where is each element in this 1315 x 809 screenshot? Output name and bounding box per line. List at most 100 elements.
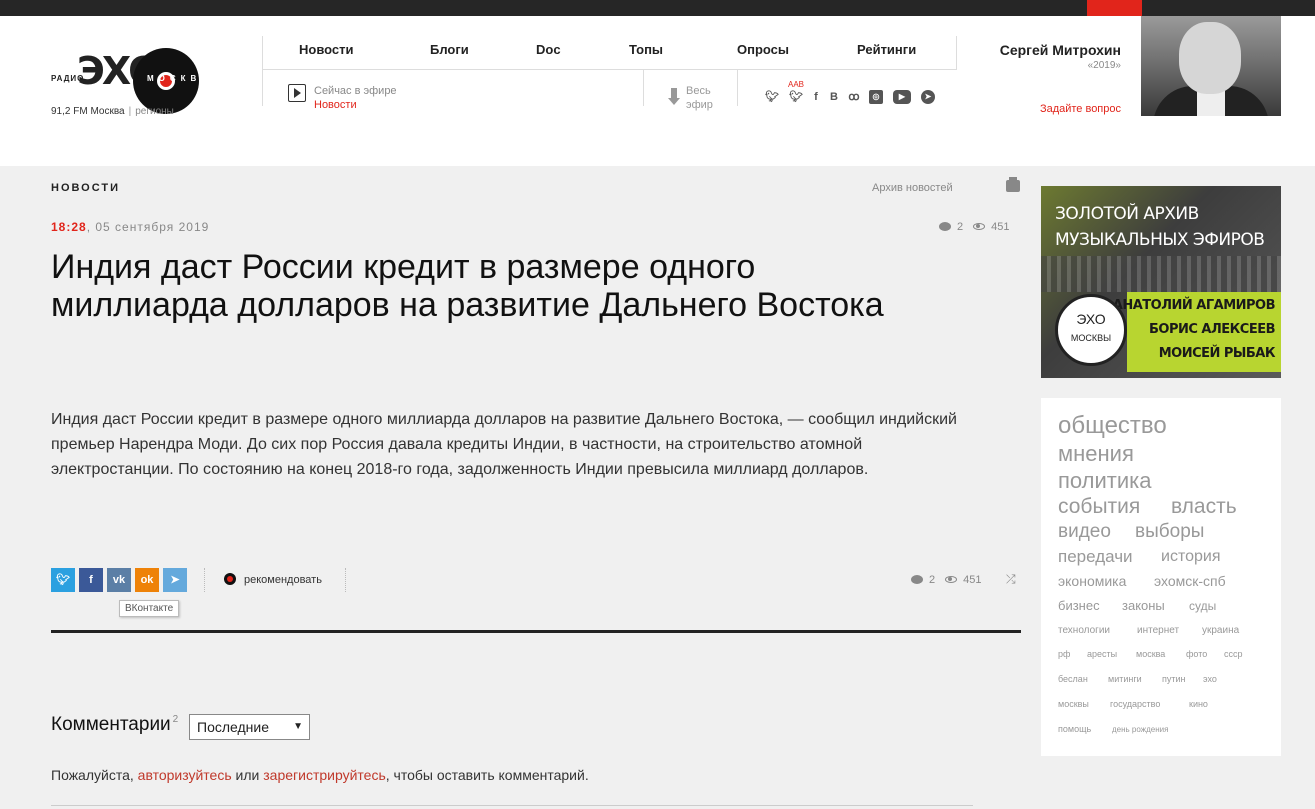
all-air-link[interactable]: Весь эфир — [643, 70, 738, 111]
tag-link[interactable]: бизнес — [1058, 598, 1100, 613]
vk-icon[interactable]: В — [827, 90, 841, 104]
tag-link[interactable]: видео — [1058, 521, 1111, 543]
article-date: , 05 сентября 2019 — [86, 220, 210, 234]
tag-link[interactable]: москвы — [1058, 699, 1089, 709]
logo-moskvy: МОСКВЫ — [147, 74, 215, 83]
tag-link[interactable]: беслан — [1058, 674, 1088, 684]
views-count: 451 — [991, 221, 1010, 233]
nav-blogs[interactable]: Блоги — [430, 42, 469, 57]
tag-link[interactable]: ссср — [1224, 649, 1243, 659]
tag-link[interactable]: эхо — [1203, 674, 1217, 684]
banner-name: МОИСЕЙ РЫБАК — [1158, 346, 1276, 361]
comments-count[interactable]: 2 — [929, 574, 935, 586]
frequency: 91,2 FM Москва — [51, 106, 125, 117]
badge-moskvy: МОСКВЫ — [1070, 333, 1112, 343]
tag-cloud: общество мнения политика события власть … — [1041, 398, 1281, 756]
tag-link[interactable]: рф — [1058, 649, 1070, 659]
tag-link[interactable]: политика — [1058, 468, 1152, 494]
article-divider — [51, 630, 1021, 633]
divider — [204, 568, 205, 592]
comments-sort-select[interactable]: Последние ▼ — [189, 714, 310, 740]
tag-link[interactable]: москва — [1136, 649, 1165, 659]
comments-count[interactable]: 2 — [957, 221, 963, 233]
comment-icon — [911, 575, 923, 584]
login-suffix: , чтобы оставить комментарий. — [385, 767, 589, 783]
tag-link[interactable]: выборы — [1135, 521, 1204, 543]
tag-link[interactable]: кино — [1189, 699, 1208, 709]
recommend-label: рекомендовать — [244, 574, 322, 586]
login-prefix: Пожалуйста, — [51, 767, 138, 783]
site-logo[interactable]: РАДИО ЭХО МОСКВЫ — [51, 32, 221, 114]
login-link[interactable]: авторизуйтесь — [138, 767, 232, 783]
nav-ratings[interactable]: Рейтинги — [857, 42, 916, 57]
comments-divider — [51, 805, 973, 806]
recommend-button[interactable]: рекомендовать — [224, 573, 322, 586]
share-twitter-button[interactable]: 🐦︎ — [51, 568, 75, 592]
tag-link[interactable]: день рождения — [1112, 725, 1168, 734]
youtube-icon[interactable]: ▶ — [893, 90, 911, 104]
share-telegram-button[interactable]: ➤ — [163, 568, 187, 592]
facebook-icon[interactable]: f — [809, 90, 823, 104]
article-time: 18:28 — [51, 220, 87, 234]
article-body: Индия даст России кредит в размере одног… — [51, 411, 957, 478]
tag-link[interactable]: мнения — [1058, 441, 1134, 467]
twitter-icon[interactable]: 🐦︎ — [765, 90, 779, 104]
print-icon[interactable] — [1006, 177, 1020, 192]
views-count: 451 — [963, 574, 982, 586]
share-vk-button[interactable]: vk — [107, 568, 131, 592]
on-air-label: Сейчас в эфире — [314, 85, 397, 97]
comments-count-sup: 2 — [172, 714, 179, 725]
share-facebook-button[interactable]: f — [79, 568, 103, 592]
tag-link[interactable]: государство — [1110, 699, 1160, 709]
aab-label[interactable]: AAB — [788, 80, 804, 89]
archive-banner[interactable]: ЗОЛОТОЙ АРХИВ МУЗЫКАЛЬНЫХ ЭФИРОВ АНАТОЛИ… — [1041, 186, 1281, 378]
article-stats-bottom: 2 451 — [911, 574, 981, 586]
play-icon[interactable] — [288, 84, 306, 102]
tag-link[interactable]: суды — [1189, 599, 1216, 613]
mixer-image — [1041, 256, 1281, 292]
login-prompt: Пожалуйста, авторизуйтесь или зарегистри… — [51, 767, 589, 783]
tag-link[interactable]: технологии — [1058, 625, 1110, 636]
tag-link[interactable]: интернет — [1137, 625, 1179, 636]
tag-link[interactable]: передачи — [1058, 547, 1133, 567]
telegram-icon[interactable]: ➤ — [921, 90, 935, 104]
tag-link[interactable]: путин — [1162, 674, 1186, 684]
shuffle-icon[interactable]: ⤮ — [1006, 572, 1016, 587]
odnoklassniki-icon[interactable]: ꝏ — [847, 90, 861, 104]
chevron-down-icon: ▼ — [293, 721, 303, 732]
regions-link[interactable]: регионы — [135, 106, 174, 117]
tag-link[interactable]: общество — [1058, 412, 1167, 440]
share-odnoklassniki-button[interactable]: ok — [135, 568, 159, 592]
tag-link[interactable]: события — [1058, 495, 1140, 519]
tag-link[interactable]: власть — [1171, 495, 1237, 519]
tag-link[interactable]: экономика — [1058, 573, 1126, 589]
on-air[interactable]: Сейчас в эфире Новости — [314, 84, 397, 112]
twitter-icon[interactable]: 🐦︎ — [789, 90, 803, 104]
nav-news[interactable]: Новости — [299, 42, 354, 57]
ask-question-link[interactable]: Задайте вопрос — [1040, 103, 1121, 115]
tag-link[interactable]: помощь — [1058, 724, 1091, 734]
tag-link[interactable]: история — [1161, 548, 1220, 566]
instagram-icon[interactable]: ◎ — [869, 90, 883, 104]
guest-photo[interactable] — [1141, 16, 1281, 116]
article-stats-top: 2 451 — [939, 221, 1009, 233]
archive-link[interactable]: Архив новостей — [872, 182, 953, 194]
tag-link[interactable]: эхомск-спб — [1154, 573, 1226, 589]
on-air-show[interactable]: Новости — [314, 98, 397, 112]
tag-link[interactable]: аресты — [1087, 649, 1117, 659]
badge-echo: ЭХО — [1076, 311, 1106, 327]
nav-polls[interactable]: Опросы — [737, 42, 789, 57]
nav-doc[interactable]: Doc — [536, 42, 561, 57]
guest-name[interactable]: Сергей Митрохин — [1000, 42, 1121, 58]
banner-line-1: ЗОЛОТОЙ АРХИВ — [1055, 204, 1199, 224]
section-title[interactable]: НОВОСТИ — [51, 182, 120, 194]
register-link[interactable]: зарегистрируйтесь — [263, 767, 386, 783]
tag-link[interactable]: законы — [1122, 598, 1165, 613]
tag-link[interactable]: украина — [1202, 625, 1239, 636]
frequency-line: 91,2 FM Москва | регионы — [51, 106, 174, 117]
tag-link[interactable]: фото — [1186, 649, 1207, 659]
banner-name: АНАТОЛИЙ АГАМИРОВ — [1112, 298, 1276, 313]
nav-tops[interactable]: Топы — [629, 42, 663, 57]
banner-line-2: МУЗЫКАЛЬНЫХ ЭФИРОВ — [1055, 230, 1265, 250]
tag-link[interactable]: митинги — [1108, 674, 1142, 684]
